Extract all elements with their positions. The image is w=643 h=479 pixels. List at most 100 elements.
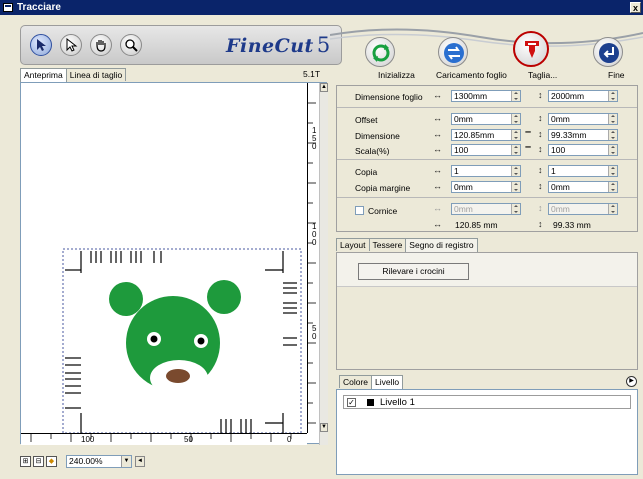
vertical-ruler: 150 100 50 — [307, 83, 319, 433]
preview-pane: 150 100 50 ▲ ▼ 100 50 0 — [20, 82, 328, 445]
hand-icon[interactable] — [90, 34, 112, 56]
width-arrow-icon: ↔ — [433, 165, 442, 175]
tab-layout[interactable]: Layout — [336, 238, 370, 251]
scroll-left-icon[interactable]: ◄ — [135, 456, 145, 467]
spin-icon — [608, 204, 617, 214]
app-icon — [3, 3, 13, 12]
size-height-input[interactable]: 99.33mm — [548, 129, 618, 141]
offset-y-value: 0mm — [551, 114, 570, 124]
scroll-down-icon[interactable]: ▼ — [320, 423, 328, 432]
cutter-icon — [513, 31, 549, 67]
inizializza-label: Inizializza — [378, 70, 415, 80]
offset-x-value: 0mm — [454, 114, 473, 124]
copy-y-value: 1 — [551, 166, 556, 176]
scale-y-value: 100 — [551, 145, 566, 155]
copy-margin-x-input[interactable]: 0mm — [451, 181, 521, 193]
spin-icon[interactable] — [511, 145, 520, 155]
copy-margin-y-value: 0mm — [551, 182, 570, 192]
caricamento-foglio-label: Caricamento foglio — [436, 70, 507, 80]
width-arrow-icon: ↔ — [433, 203, 442, 213]
frame-x-input: 0mm — [451, 203, 521, 215]
height-arrow-icon: ↕ — [538, 144, 543, 154]
offset-x-input[interactable]: 0mm — [451, 113, 521, 125]
taglia-button[interactable]: Taglia... — [510, 31, 557, 80]
fine-button[interactable]: Fine — [590, 37, 626, 80]
inizializza-button[interactable]: Inizializza — [360, 37, 415, 80]
preview-canvas[interactable] — [21, 83, 307, 433]
spin-icon[interactable] — [511, 166, 520, 176]
result-height: 99.33 mm — [553, 220, 591, 230]
option-tabs: Layout Tessere Segno di registro — [336, 238, 478, 252]
h-ruler-label-100: 100 — [81, 435, 95, 444]
scroll-up-icon[interactable]: ▲ — [320, 83, 328, 92]
close-button[interactable]: x — [630, 2, 641, 13]
spin-icon[interactable] — [511, 114, 520, 124]
vertical-scrollbar[interactable]: ▲ ▼ — [319, 83, 328, 445]
height-arrow-icon: ↕ — [538, 129, 543, 139]
spin-icon[interactable] — [511, 91, 520, 101]
panel-menu-icon[interactable]: ▶ — [626, 376, 637, 387]
fine-label: Fine — [608, 70, 625, 80]
sheet-width-input[interactable]: 1300mm — [451, 90, 521, 102]
horizontal-ruler: 100 50 0 — [21, 433, 307, 445]
logo-text: FineCut — [226, 35, 314, 57]
sheet-height-input[interactable]: 2000mm — [548, 90, 618, 102]
zoom-icon[interactable] — [120, 34, 142, 56]
width-arrow-icon: ↔ — [433, 144, 442, 154]
link-ratio-icon[interactable]: – — [525, 141, 531, 153]
layer-row[interactable]: ✓ Livello 1 — [343, 395, 631, 409]
fit-page-icon[interactable]: ⊞ — [20, 456, 31, 467]
taglia-label: Taglia... — [528, 70, 558, 80]
offset-label: Offset — [355, 115, 378, 125]
tab-livello[interactable]: Livello — [371, 375, 404, 389]
tab-tessere[interactable]: Tessere — [368, 238, 407, 251]
layer-color-swatch — [367, 399, 374, 406]
spin-icon[interactable] — [608, 130, 617, 140]
spin-icon[interactable] — [608, 145, 617, 155]
selection-arrow-icon[interactable] — [30, 34, 52, 56]
checkmark-icon[interactable]: ✓ — [347, 398, 356, 407]
finecut-logo: FineCut 5 — [226, 33, 331, 57]
size-width-input[interactable]: 120.85mm — [451, 129, 521, 141]
caricamento-foglio-button[interactable]: Caricamento foglio — [418, 37, 507, 80]
tab-colore[interactable]: Colore — [339, 375, 373, 388]
preview-tabs: Anteprima Linea di taglio — [20, 68, 127, 82]
height-arrow-icon: ↕ — [538, 203, 543, 213]
spin-icon[interactable] — [608, 182, 617, 192]
cornice-checkbox[interactable] — [355, 206, 364, 215]
spin-icon[interactable] — [608, 166, 617, 176]
copy-margin-y-input[interactable]: 0mm — [548, 181, 618, 193]
layer-list: ✓ Livello 1 — [336, 389, 638, 475]
spin-icon[interactable] — [511, 182, 520, 192]
fit-width-icon[interactable]: ⊟ — [33, 456, 44, 467]
copy-y-input[interactable]: 1 — [548, 165, 618, 177]
link-ratio-icon[interactable]: – — [525, 126, 531, 138]
copy-margin-x-value: 0mm — [454, 182, 473, 192]
node-arrow-icon[interactable] — [60, 34, 82, 56]
spin-icon[interactable] — [511, 130, 520, 140]
v-ruler-label-100: 100 — [312, 222, 317, 247]
tab-linea-di-taglio[interactable]: Linea di taglio — [65, 68, 127, 81]
spin-icon[interactable] — [608, 114, 617, 124]
offset-y-input[interactable]: 0mm — [548, 113, 618, 125]
spin-icon[interactable] — [608, 91, 617, 101]
frame-x-value: 0mm — [454, 204, 473, 214]
rilevare-crocini-button[interactable]: Rilevare i crocini — [358, 263, 469, 280]
zoom-selection-icon[interactable]: ◆ — [46, 456, 57, 467]
tab-anteprima[interactable]: Anteprima — [20, 68, 67, 82]
copy-x-value: 1 — [454, 166, 459, 176]
section-size: Offset ↔ 0mm ↕ 0mm Dimensione ↔ 120.85mm… — [337, 108, 637, 160]
scale-x-input[interactable]: 100 — [451, 144, 521, 156]
height-arrow-icon: ↕ — [538, 90, 543, 100]
scale-y-input[interactable]: 100 — [548, 144, 618, 156]
tab-segno-di-registro[interactable]: Segno di registro — [405, 238, 478, 252]
chevron-down-icon[interactable]: ▼ — [121, 456, 131, 467]
copia-margine-label: Copia margine — [355, 183, 411, 193]
artwork — [62, 248, 302, 433]
copy-x-input[interactable]: 1 — [451, 165, 521, 177]
zoom-bar: ⊞ ⊟ ◆ 240.00% ▼ ◄ — [20, 455, 150, 469]
layer-name: Livello 1 — [380, 397, 415, 408]
zoom-select[interactable]: 240.00% ▼ — [66, 455, 132, 468]
h-ruler-label-50: 50 — [184, 435, 193, 444]
section-frame: Cornice ↔ 0mm ↕ 0mm ↔ 120.85 mm ↕ 99.33 … — [337, 198, 637, 232]
